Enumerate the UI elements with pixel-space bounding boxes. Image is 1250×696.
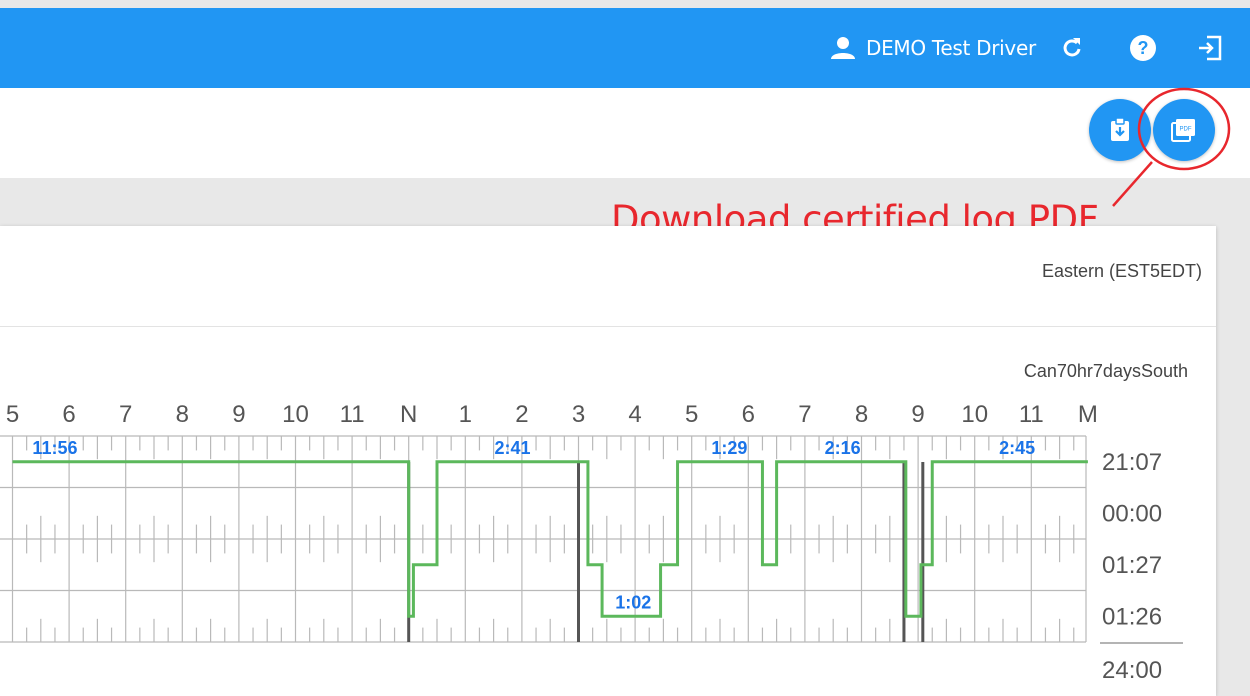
row-total: 01:26 (1102, 603, 1162, 630)
duty-status-chart: 5 6 7 8 9 10 11 N 1 2 3 4 5 6 7 8 9 10 11 M 11:56 2:41 1:02 1:2… (0, 401, 1183, 684)
hour-label: 2 (515, 401, 528, 428)
duration-label: 2:45 (999, 438, 1035, 458)
hour-label: 8 (176, 401, 189, 428)
hour-label: N (400, 401, 417, 428)
hour-label: 1 (459, 401, 472, 428)
hour-label: 7 (119, 401, 132, 428)
hour-label: 11 (340, 401, 365, 428)
row-total: 00:00 (1102, 500, 1162, 527)
hour-label: 5 (685, 401, 698, 428)
hour-label: 5 (6, 401, 19, 428)
hour-label: 6 (62, 401, 75, 428)
duration-label: 2:41 (494, 438, 530, 458)
row-total: 21:07 (1102, 449, 1162, 476)
hour-label: 10 (961, 401, 988, 428)
duration-label: 1:02 (615, 592, 651, 612)
grand-total: 24:00 (1102, 657, 1162, 684)
hour-label: 6 (742, 401, 755, 428)
duration-label: 11:56 (32, 438, 77, 458)
hour-label: 9 (232, 401, 245, 428)
hour-label: 10 (282, 401, 309, 428)
hour-label: M (1078, 401, 1098, 428)
hour-label: 9 (911, 401, 924, 428)
hour-label: 11 (1019, 401, 1044, 428)
row-total: 01:27 (1102, 552, 1162, 579)
duration-label: 1:29 (711, 438, 747, 458)
hour-label: 4 (628, 401, 641, 428)
hour-label: 8 (855, 401, 868, 428)
hour-label: 7 (798, 401, 811, 428)
duration-label: 2:16 (825, 438, 861, 458)
hour-label: 3 (572, 401, 585, 428)
